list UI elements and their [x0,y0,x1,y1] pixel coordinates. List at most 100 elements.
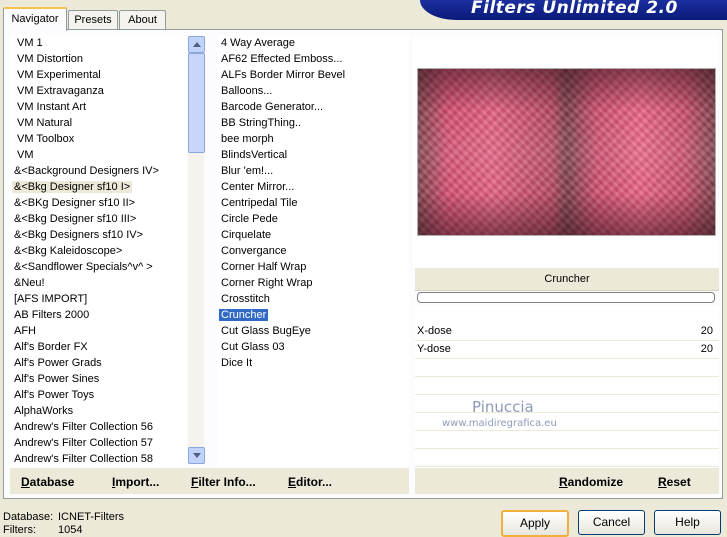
category-list-item[interactable]: AFH [10,323,187,339]
filter-list-item[interactable]: Barcode Generator... [217,99,409,115]
scroll-down-button[interactable] [188,447,205,464]
category-list-item-label: AlphaWorks [14,405,74,417]
param-row-y-dose[interactable]: Y-dose 20 [415,341,719,359]
filter-info-button[interactable]: Filter Info... [191,475,256,489]
filter-list-item-label: Corner Half Wrap [221,261,307,273]
filter-list-item[interactable]: Convergance [217,243,409,259]
category-list-item[interactable]: &<Bkg Designer sf10 I> [10,179,187,195]
category-list-item[interactable]: &<Bkg Designers sf10 IV> [10,227,187,243]
category-list-item[interactable]: &Neu! [10,275,187,291]
filter-list-item[interactable]: Cut Glass 03 [217,339,409,355]
window-title: Filters Unlimited 2.0 [471,0,678,18]
help-button[interactable]: Help [654,510,721,535]
import-button[interactable]: Import... [112,475,159,489]
category-list-item[interactable]: Andrew's Filter Collection 57 [10,435,187,451]
category-list-item[interactable]: VM Distortion [10,51,187,67]
filter-list-item[interactable]: BlindsVertical [217,147,409,163]
filter-list-item[interactable]: Cruncher [217,307,409,323]
category-list-item[interactable]: VM Extravaganza [10,83,187,99]
filter-list-item[interactable]: ALFs Border Mirror Bevel [217,67,409,83]
category-list-item-label: Andrew's Filter Collection 58 [14,453,154,465]
category-list-item-label: &<Bkg Designer sf10 III> [14,213,137,225]
category-list-item[interactable]: VM Experimental [10,67,187,83]
category-list-item-label: AB Filters 2000 [14,309,90,321]
category-list-item[interactable]: VM Toolbox [10,131,187,147]
filter-list-item-label: Centripedal Tile [221,197,298,209]
scroll-thumb[interactable] [188,53,205,153]
tab-presets[interactable]: Presets [68,10,118,29]
tab-about[interactable]: About [119,10,166,29]
reset-button[interactable]: Reset [658,475,691,489]
param-row-empty [415,359,719,377]
database-button[interactable]: Database [21,475,74,489]
filter-list-item[interactable]: AF62 Effected Emboss... [217,51,409,67]
filter-list-item[interactable]: Dice It [217,355,409,371]
filter-list-item[interactable]: Cut Glass BugEye [217,323,409,339]
category-list-item-label: &<Bkg Designer sf10 I> [12,181,133,193]
filter-list-item[interactable]: Corner Right Wrap [217,275,409,291]
randomize-button[interactable]: Randomize [559,475,623,489]
category-list-item[interactable]: [AFS IMPORT] [10,291,187,307]
cancel-button[interactable]: Cancel [578,510,645,535]
category-scrollbar[interactable] [188,36,205,464]
param-label: X-dose [417,325,452,337]
filter-list-item[interactable]: Balloons... [217,83,409,99]
category-list-item[interactable]: VM Natural [10,115,187,131]
filter-list-item[interactable]: BB StringThing.. [217,115,409,131]
category-list-item-label: Andrew's Filter Collection 56 [14,421,154,433]
category-list-item-label: [AFS IMPORT] [14,293,88,305]
param-row-x-dose[interactable]: X-dose 20 [415,323,719,341]
category-list-item-label: VM 1 [17,37,43,49]
filter-list-item[interactable]: Circle Pede [217,211,409,227]
category-list-item[interactable]: AlphaWorks [10,403,187,419]
param-value[interactable]: 20 [701,325,713,337]
category-list-item[interactable]: VM [10,147,187,163]
category-list-item-label: &<Bkg Designers sf10 IV> [14,229,144,241]
filter-list-item[interactable]: Cirquelate [217,227,409,243]
category-list-item[interactable]: VM Instant Art [10,99,187,115]
parameter-panel: X-dose 20 Y-dose 20 [415,306,719,467]
filter-list[interactable]: 4 Way Average AF62 Effected Emboss... ALFs… [217,35,409,465]
param-row-empty [415,431,719,449]
category-list-item[interactable]: Andrew's Filter Collection 58 [10,451,187,465]
category-list-item-label: AFH [14,325,36,337]
apply-button[interactable]: Apply [501,510,569,537]
category-list-item[interactable]: &<BKg Designer sf10 II> [10,195,187,211]
category-list-item[interactable]: Alf's Power Sines [10,371,187,387]
category-list-item[interactable]: Alf's Power Toys [10,387,187,403]
filter-list-item-label: Cruncher [219,309,269,321]
filter-list-item[interactable]: Blur 'em!... [217,163,409,179]
category-list-item-label: VM Extravaganza [17,85,104,97]
filter-list-item-label: Corner Right Wrap [221,277,313,289]
filter-list-item[interactable]: Centripedal Tile [217,195,409,211]
category-list-item[interactable]: Alf's Power Grads [10,355,187,371]
scroll-up-button[interactable] [188,36,205,53]
category-list-item[interactable]: AB Filters 2000 [10,307,187,323]
filter-list-item-label: Balloons... [221,85,273,97]
filter-list-item-label: BB StringThing.. [221,117,302,129]
filter-list-item[interactable]: Center Mirror... [217,179,409,195]
filter-list-item[interactable]: 4 Way Average [217,35,409,51]
preview-image [417,68,716,236]
category-list-item[interactable]: VM 1 [10,35,187,51]
category-list-item[interactable]: &<Bkg Kaleidoscope> [10,243,187,259]
filter-list-item[interactable]: bee morph [217,131,409,147]
category-list[interactable]: VM 1 VM Distortion VM Experimental VM Extra… [10,35,187,465]
progress-bar [417,292,715,303]
category-list-item-label: VM Instant Art [17,101,87,113]
filter-list-item-label: Cirquelate [221,229,272,241]
category-list-item-label: Alf's Power Toys [14,389,95,401]
category-list-item[interactable]: Andrew's Filter Collection 56 [10,419,187,435]
category-list-item[interactable]: Alf's Border FX [10,339,187,355]
category-list-item[interactable]: &<Bkg Designer sf10 III> [10,211,187,227]
param-value[interactable]: 20 [701,343,713,355]
filter-list-item-label: Dice It [221,357,253,369]
tab-navigator[interactable]: Navigator [3,7,67,31]
status-database-label: Database: [3,511,54,523]
category-list-item[interactable]: &<Sandflower Specials^v^ > [10,259,187,275]
editor-button[interactable]: Editor... [288,475,332,489]
filter-list-item[interactable]: Crosstitch [217,291,409,307]
filter-list-item[interactable]: Corner Half Wrap [217,259,409,275]
category-list-item-label: Alf's Border FX [14,341,88,353]
category-list-item[interactable]: &<Background Designers IV> [10,163,187,179]
